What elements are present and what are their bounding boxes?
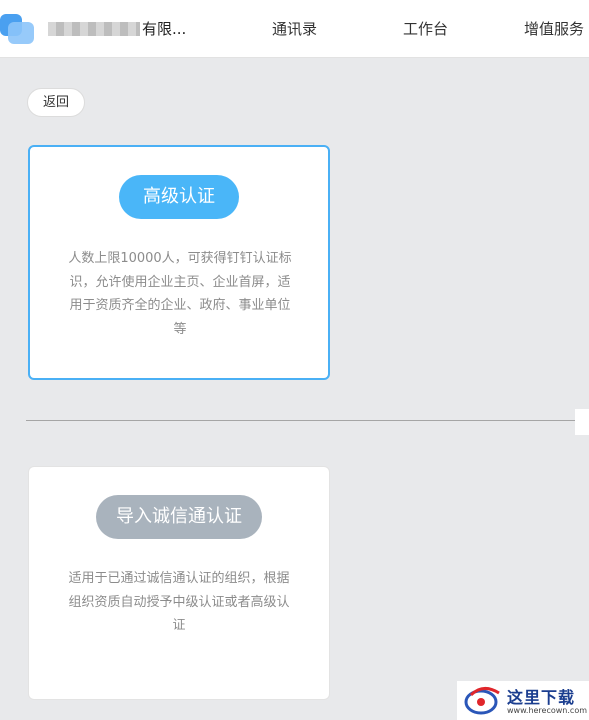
logo-square-front (8, 22, 34, 44)
watermark-url: www.herecown.com (507, 706, 587, 715)
import-chengxintong-card[interactable]: 导入诚信通认证 适用于已通过诚信通认证的组织，根据组织资质自动授予中级认证或者高… (28, 466, 330, 700)
nav-value-added-services[interactable]: 增值服务 (524, 18, 584, 40)
nav-workbench[interactable]: 工作台 (403, 18, 448, 40)
back-button[interactable]: 返回 (27, 88, 85, 117)
import-chengxintong-description: 适用于已通过诚信通认证的组织，根据组织资质自动授予中级认证或者高级认证 (68, 571, 290, 633)
watermark-text: 这里下载 (507, 688, 576, 707)
side-panel-tab[interactable] (575, 409, 589, 435)
import-chengxintong-button[interactable]: 导入诚信通认证 (96, 495, 262, 539)
advanced-certification-button[interactable]: 高级认证 (119, 175, 239, 219)
top-navigation-bar: 有限... 通讯录 工作台 增值服务 (0, 0, 589, 58)
organization-name[interactable]: 有限... (48, 18, 186, 40)
section-divider (26, 420, 575, 421)
redacted-text (48, 21, 140, 36)
advanced-certification-description: 人数上限10000人，可获得钉钉认证标识，允许使用企业主页、企业首屏，适用于资质… (68, 251, 292, 337)
app-logo-icon[interactable] (0, 14, 36, 44)
organization-name-visible: 有限... (142, 20, 187, 38)
watermark: 这里下载 www.herecown.com (457, 681, 589, 720)
advanced-certification-card[interactable]: 高级认证 人数上限10000人，可获得钉钉认证标识，允许使用企业主页、企业首屏，… (28, 145, 330, 380)
nav-contacts[interactable]: 通讯录 (272, 18, 317, 40)
watermark-logo-icon (464, 687, 500, 715)
